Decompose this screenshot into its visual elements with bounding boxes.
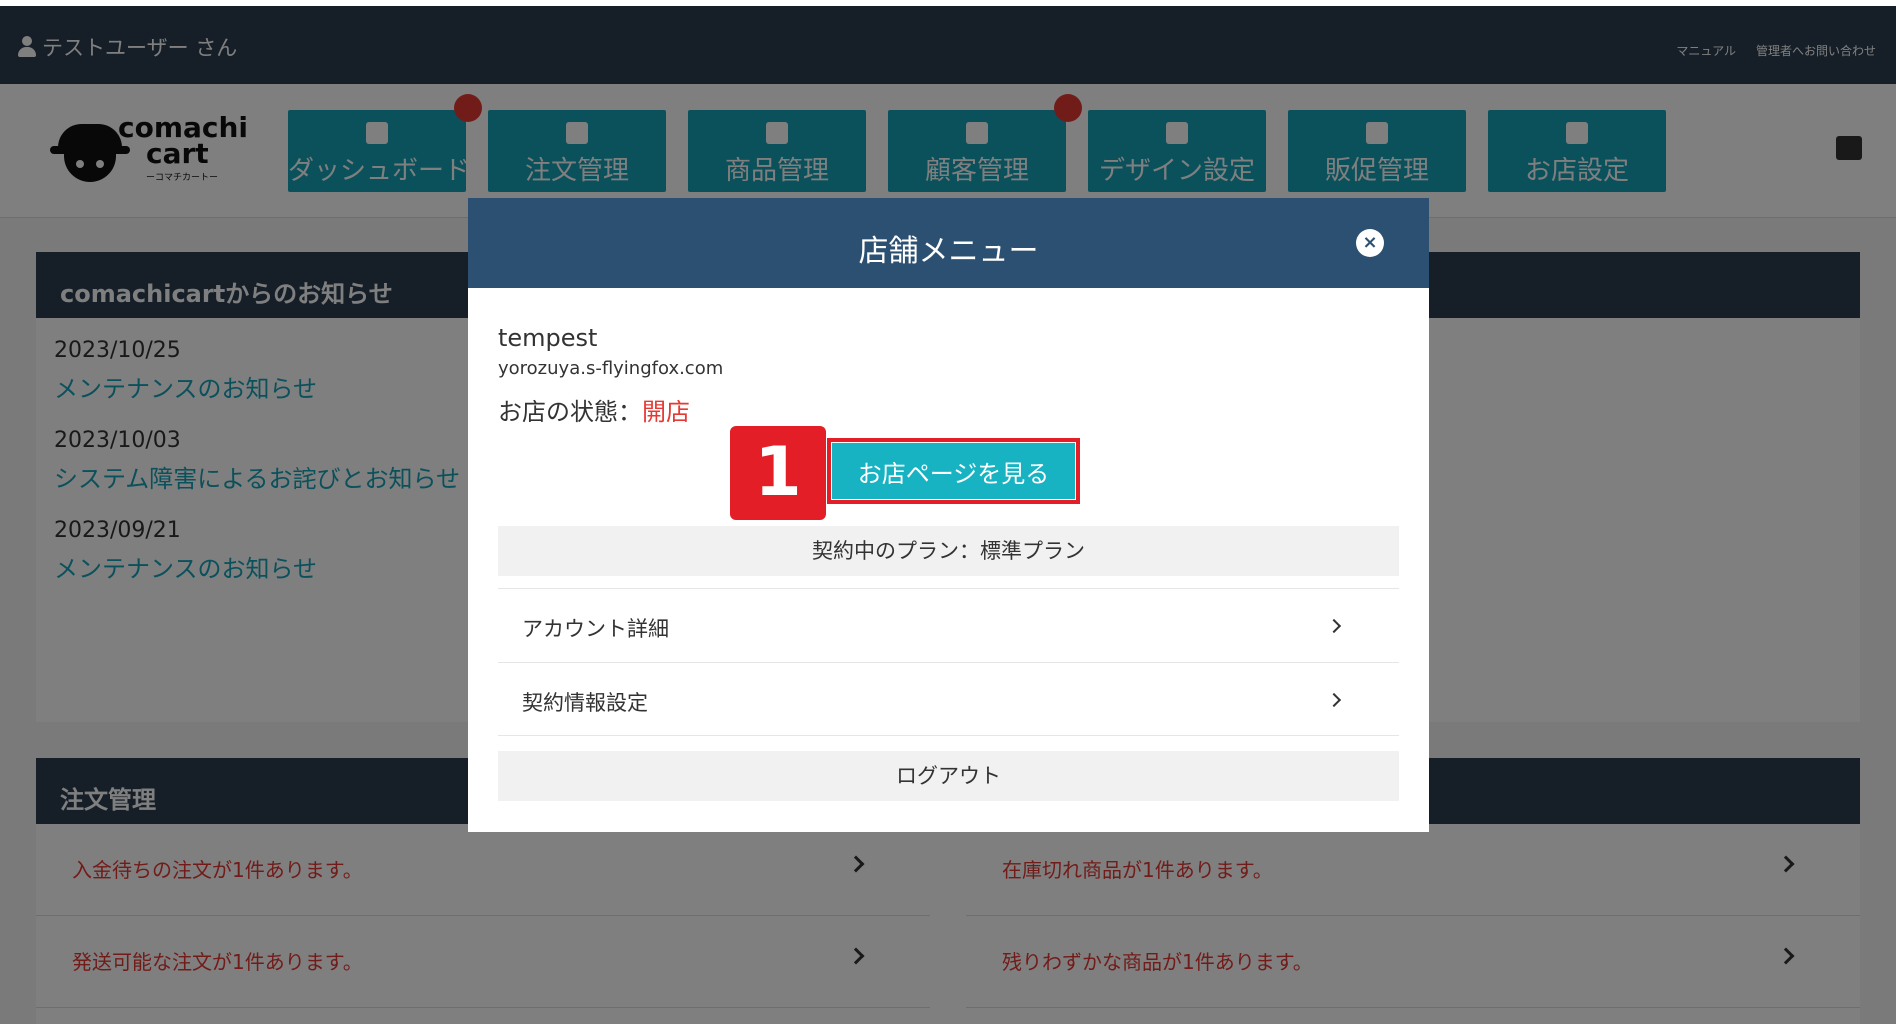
- logout-button[interactable]: ログアウト: [498, 751, 1399, 801]
- shop-status-value: 開店: [642, 398, 690, 426]
- shop-status-label: お店の状態：: [498, 398, 642, 426]
- modal-title: 店舗メニュー: [858, 234, 1039, 269]
- highlight-frame: お店ページを見る: [827, 438, 1080, 504]
- store-menu-modal: 店舗メニュー × tempest yorozuya.s-flyingfox.co…: [468, 198, 1429, 832]
- menu-item-account-details[interactable]: アカウント詳細: [498, 588, 1399, 662]
- shop-status: お店の状態：開店: [498, 392, 690, 427]
- shop-name: tempest: [498, 324, 598, 352]
- close-icon[interactable]: ×: [1356, 229, 1384, 257]
- chevron-right-icon: [1326, 692, 1342, 708]
- menu-item-label: アカウント詳細: [522, 617, 669, 641]
- menu-item-contract-settings[interactable]: 契約情報設定: [498, 662, 1399, 736]
- current-plan: 契約中のプラン：標準プラン: [498, 526, 1399, 576]
- step-number-badge: 1: [730, 426, 826, 520]
- shop-domain: yorozuya.s-flyingfox.com: [498, 358, 724, 379]
- modal-header: 店舗メニュー ×: [468, 198, 1429, 288]
- chevron-right-icon: [1326, 618, 1342, 634]
- view-shop-page-button[interactable]: お店ページを見る: [832, 443, 1075, 499]
- app-root: テストユーザー さん マニュアル 管理者へお問い合わせ comachi cart…: [0, 0, 1896, 1024]
- menu-item-label: 契約情報設定: [522, 691, 648, 715]
